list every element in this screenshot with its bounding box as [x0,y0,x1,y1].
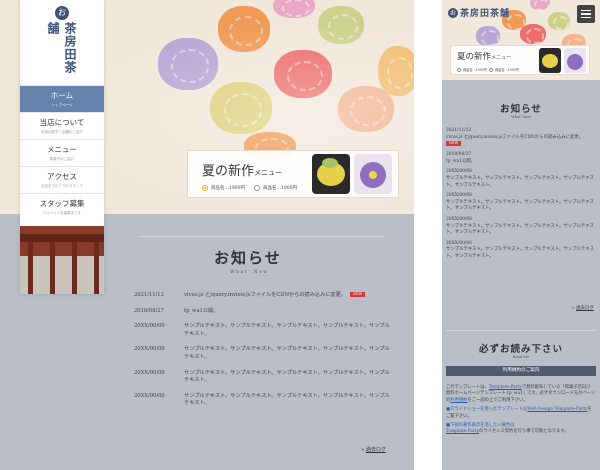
banner-thumb-purple-sweet [354,154,392,194]
banner-option-1[interactable]: 商品名…1900円 [202,185,245,191]
news-item: 2018/08/27 tp_wa1公開。 [134,307,219,314]
radio-icon [254,185,260,191]
mobile-logo[interactable]: お 茶房田茶舗 [448,6,510,19]
radio-icon [202,185,208,191]
banner-thumb-purple-sweet [564,48,586,73]
news-item: 20XX/00/00 サンプルテキスト。サンプルテキスト。サンプルテキスト。サン… [446,240,594,259]
mobile-new-menu-banner[interactable]: 夏の新作メニュー 商品名…1900円 商品名…1900円 [450,45,590,75]
news-item: 2021/11/12 vivus.js とjquery.inview.jsファイ… [446,128,584,147]
banner-title: 夏の新作メニュー [202,164,283,179]
nav-item-menu[interactable]: メニュー 和菓子のご紹介 [20,139,104,166]
template-party-link[interactable]: Template-Party [489,385,522,390]
banner-option-2[interactable]: 商品名…1900円 [254,185,297,191]
read-me-subheading: Read Me [512,355,530,359]
banner-option-2[interactable]: 商品名…1900円 [489,67,519,72]
new-menu-banner[interactable]: 夏の新作メニュー 商品名…1900円 商品名…1900円 [187,150,399,198]
hamburger-icon[interactable] [577,5,595,23]
new-badge: NEW [350,292,366,297]
radio-icon [457,67,461,72]
new-badge: NEW [446,141,462,147]
news-list: 2021/11/12 vivus.js とjquery.inview.jsファイ… [134,292,392,408]
news-subheading: What' New [230,270,269,275]
banner-option-1[interactable]: 商品名…1900円 [457,67,487,72]
past-log-link[interactable]: » 過去ログ [361,446,386,453]
logo-crest-icon: お [448,7,458,18]
nav-item-access[interactable]: アクセス 当店までのアクセスマップ [20,166,104,193]
news-item: 2021/11/12 vivus.js とjquery.inview.jsファイ… [134,292,392,300]
template-party-license-link[interactable]: Template-Party [446,429,479,434]
web-design-template-party-link[interactable]: Web Design Template-Party [527,407,587,412]
logo-crest-icon: お [55,6,69,20]
logo[interactable]: お 茶房田茶舗 [20,0,104,85]
nav-item-home[interactable]: ホーム トップページ [20,85,104,112]
mobile-news-heading: お知らせ [500,104,542,115]
banner-title: 夏の新作メニュー [457,52,512,62]
news-item: 20XX/00/00 サンプルテキスト。サンプルテキスト。サンプルテキスト。サン… [134,392,390,407]
news-section: お知らせ What' New 2021/11/12 vivus.js とjque… [0,214,414,470]
mobile-hero-image: お 茶房田茶舗 夏の新作メニュー 商品名…1900円 商品名…1900円 [442,0,600,80]
news-item: 20XX/00/00 サンプルテキスト。サンプルテキスト。サンプルテキスト。サン… [446,217,594,236]
mobile-news-subheading: What' New [510,115,532,119]
terms-bar: 利用規約のご案内 [446,366,596,376]
banner-thumb-yellow-sweet [539,48,561,73]
news-item: 20XX/00/00 サンプルテキスト。サンプルテキスト。サンプルテキスト。サン… [446,193,594,212]
terms-text: このテンプレートは、Template-Partyで無料配布している「和菓子店向け… [446,385,596,435]
mobile-past-log-link[interactable]: » 過去ログ [572,305,594,311]
news-heading: お知らせ [214,249,282,267]
nav-item-about[interactable]: 当店について お茶の歴史・店舗のご紹介 [20,112,104,139]
news-item: 20XX/00/00 サンプルテキスト。サンプルテキスト。サンプルテキスト。サン… [134,346,390,360]
news-item: 2018/08/27 tp_wa1公開。 [446,152,476,164]
section-divider [446,330,596,331]
news-item: 20XX/00/00 サンプルテキスト。サンプルテキスト。サンプルテキスト。サン… [446,169,594,188]
desktop-preview: 夏の新作メニュー 商品名…1900円 商品名…1900円 お 茶房田茶舗 ホーム… [0,0,414,470]
radio-icon [489,67,493,72]
terms-link[interactable]: 利用規約 [450,398,467,403]
section-divider [140,236,384,237]
logo-text: 茶房田茶舗 [46,21,77,74]
read-me-heading: 必ずお読み下さい [478,344,563,355]
mobile-preview: お 茶房田茶舗 夏の新作メニュー 商品名…1900円 商品名…1900円 お知ら… [442,0,600,470]
news-item: 20XX/00/00 サンプルテキスト。サンプルテキスト。サンプルテキスト。サン… [134,369,390,384]
banner-thumb-yellow-sweet [312,154,350,194]
mobile-news-list: 2021/11/12 vivus.js とjquery.inview.jsファイ… [446,128,596,265]
news-item: 20XX/00/00 サンプルテキスト。サンプルテキスト。サンプルテキスト。サン… [134,323,390,337]
